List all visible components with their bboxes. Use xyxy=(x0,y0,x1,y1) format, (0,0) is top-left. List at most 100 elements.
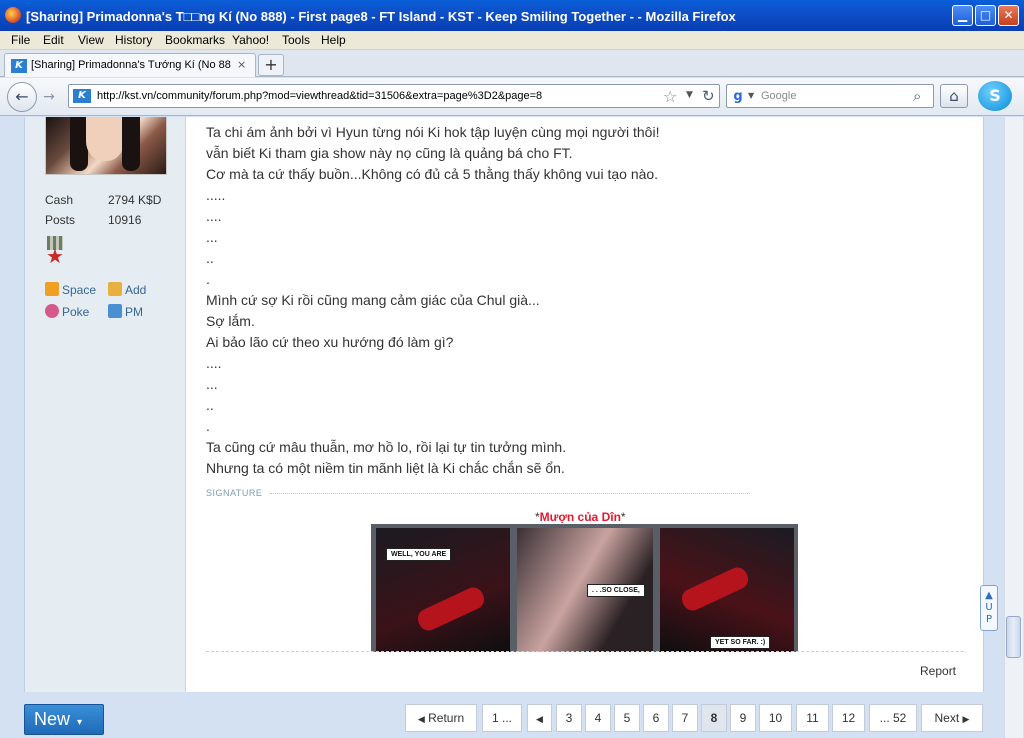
menu-edit[interactable]: Edit xyxy=(43,33,64,47)
bookmark-star-icon[interactable]: ☆ xyxy=(663,87,677,106)
page-link[interactable]: 12 xyxy=(832,704,865,732)
prev-page-button[interactable]: ◀ xyxy=(527,704,552,732)
pm-link[interactable]: PM xyxy=(108,304,143,319)
post-line-12: .... xyxy=(206,355,222,371)
scrollbar-thumb[interactable] xyxy=(1006,616,1021,658)
comic-bubble-2: . . .SO CLOSE, xyxy=(587,584,645,597)
home-button[interactable]: ⌂ xyxy=(940,84,968,108)
space-label: Space xyxy=(62,283,97,297)
comic-guitar-1 xyxy=(414,584,488,634)
tab-active[interactable]: K [Sharing] Primadonna's Tướng Kí (No 88… xyxy=(4,53,256,77)
page-link[interactable]: 6 xyxy=(643,704,669,732)
page-link[interactable]: 3 xyxy=(556,704,582,732)
signature-caption-text: Mượn của Dîn xyxy=(539,510,621,524)
url-dropdown-icon[interactable]: ▼ xyxy=(686,90,693,100)
post-line-17: Nhưng ta có một niềm tin mãnh liệt là Ki… xyxy=(206,460,565,476)
search-bar[interactable]: g ▼ Google ⌕ xyxy=(726,84,934,108)
poke-link[interactable]: Poke xyxy=(45,304,89,319)
post-footer-divider xyxy=(206,651,964,652)
url-text[interactable]: http://kst.vn/community/forum.php?mod=vi… xyxy=(97,90,542,102)
comic-guitar-2 xyxy=(678,564,752,614)
search-placeholder[interactable]: Google xyxy=(761,90,796,102)
new-tab-button[interactable]: + xyxy=(258,54,284,76)
post-line-6: ... xyxy=(206,229,218,245)
menu-history[interactable]: History xyxy=(115,33,152,47)
menu-tools[interactable]: Tools xyxy=(282,33,310,47)
search-engine-dropdown-icon[interactable]: ▼ xyxy=(748,91,754,100)
skype-icon[interactable]: S xyxy=(978,81,1012,111)
post-line-7: .. xyxy=(206,250,214,266)
avatar[interactable] xyxy=(45,117,167,175)
return-button[interactable]: ◀ Return xyxy=(405,704,477,732)
page-link[interactable]: 7 xyxy=(672,704,698,732)
menu-yahoo[interactable]: Yahoo! xyxy=(232,33,269,47)
post-line-15: . xyxy=(206,418,210,434)
feedback-side-tab[interactable]: ▲ U P xyxy=(980,585,998,631)
space-link[interactable]: Space xyxy=(45,282,96,297)
page-last[interactable]: ... 52 xyxy=(869,704,917,732)
menu-file[interactable]: File xyxy=(11,33,30,47)
stat-posts-value[interactable]: 10916 xyxy=(108,213,141,227)
forward-button[interactable]: → xyxy=(37,86,61,108)
page-link[interactable]: 10 xyxy=(759,704,792,732)
comic-panel-3: YET SO FAR. :) xyxy=(660,528,794,652)
page-link[interactable]: 11 xyxy=(796,704,829,732)
comic-bubble-1: WELL, YOU ARE xyxy=(386,548,452,561)
page-link[interactable]: 4 xyxy=(585,704,611,732)
firefox-icon xyxy=(5,7,21,23)
comic-panel-1: WELL, YOU ARE xyxy=(376,528,510,652)
maximize-button[interactable]: □ xyxy=(975,5,996,26)
window-title-bar[interactable]: [Sharing] Primadonna's T□□ng Kí (No 888)… xyxy=(0,0,1024,31)
signature-label: SIGNATURE xyxy=(206,488,263,498)
menu-view[interactable]: View xyxy=(78,33,104,47)
new-thread-button[interactable]: New ▾ xyxy=(24,704,104,735)
reload-icon[interactable]: ↻ xyxy=(702,87,715,105)
site-favicon-icon: K xyxy=(11,59,27,73)
post-line-14: .. xyxy=(206,397,214,413)
minimize-button[interactable]: ▁ xyxy=(952,5,973,26)
next-label: Next xyxy=(934,711,960,725)
stat-posts-label: Posts xyxy=(45,213,76,227)
address-bar[interactable]: K http://kst.vn/community/forum.php?mod=… xyxy=(68,84,720,108)
stat-cash-value: 2794 K$D xyxy=(108,193,162,207)
tab-label: [Sharing] Primadonna's Tướng Kí (No 888)… xyxy=(31,59,231,71)
menu-help[interactable]: Help xyxy=(321,33,346,47)
avatar-hair-right xyxy=(122,117,140,171)
add-friend-link[interactable]: Add xyxy=(108,282,146,297)
google-search-engine-icon[interactable]: g xyxy=(730,89,746,105)
triangle-left-icon: ◀ xyxy=(417,714,425,724)
add-label: Add xyxy=(125,283,147,297)
post-line-16: Ta cũng cứ mâu thuẫn, mơ hồ lo, rồi lại … xyxy=(206,439,567,455)
menu-bar: File Edit View History Bookmarks Yahoo! … xyxy=(0,31,1024,50)
post-line-11: Ai bảo lão cứ theo xu hướng đó làm gì? xyxy=(206,334,454,350)
new-button-label: New xyxy=(34,709,71,729)
site-identity-icon[interactable]: K xyxy=(73,89,91,103)
back-button[interactable]: ← xyxy=(7,82,37,112)
tab-close-icon[interactable]: × xyxy=(237,58,246,71)
menu-bookmarks[interactable]: Bookmarks xyxy=(165,33,225,47)
report-link[interactable]: Report xyxy=(920,664,956,678)
page-link[interactable]: 9 xyxy=(730,704,756,732)
search-magnifier-icon[interactable]: ⌕ xyxy=(913,87,921,105)
avatar-face xyxy=(86,117,124,161)
page-link[interactable]: 5 xyxy=(614,704,640,732)
handshake-icon xyxy=(108,282,122,296)
medal-icon[interactable]: ★ xyxy=(45,236,65,268)
navigation-toolbar: ← → K http://kst.vn/community/forum.php?… xyxy=(0,78,1024,116)
post-line-9: Mình cứ sợ Ki rồi cũng mang cảm giác của… xyxy=(206,292,540,308)
page-first[interactable]: 1 ... xyxy=(482,704,522,732)
signature-caption: *Mượn của Dîn* xyxy=(535,510,626,524)
medal-star-icon: ★ xyxy=(46,244,64,268)
return-label: Return xyxy=(428,711,465,725)
comic-bubble-3: YET SO FAR. :) xyxy=(710,636,771,649)
comic-panel-2: . . .SO CLOSE, xyxy=(517,528,653,652)
close-window-button[interactable]: ✕ xyxy=(998,5,1019,26)
stat-cash-label: Cash xyxy=(45,193,74,207)
envelope-icon xyxy=(108,304,122,318)
next-page-button[interactable]: Next ▶ xyxy=(921,704,983,732)
page-current: 8 xyxy=(701,704,727,732)
post-line-4: ..... xyxy=(206,187,226,203)
signature-comic-image: WELL, YOU ARE . . .SO CLOSE, YET SO FAR.… xyxy=(371,524,798,652)
triangle-right-icon: ▶ xyxy=(962,714,970,724)
tab-strip: K [Sharing] Primadonna's Tướng Kí (No 88… xyxy=(0,50,1024,77)
